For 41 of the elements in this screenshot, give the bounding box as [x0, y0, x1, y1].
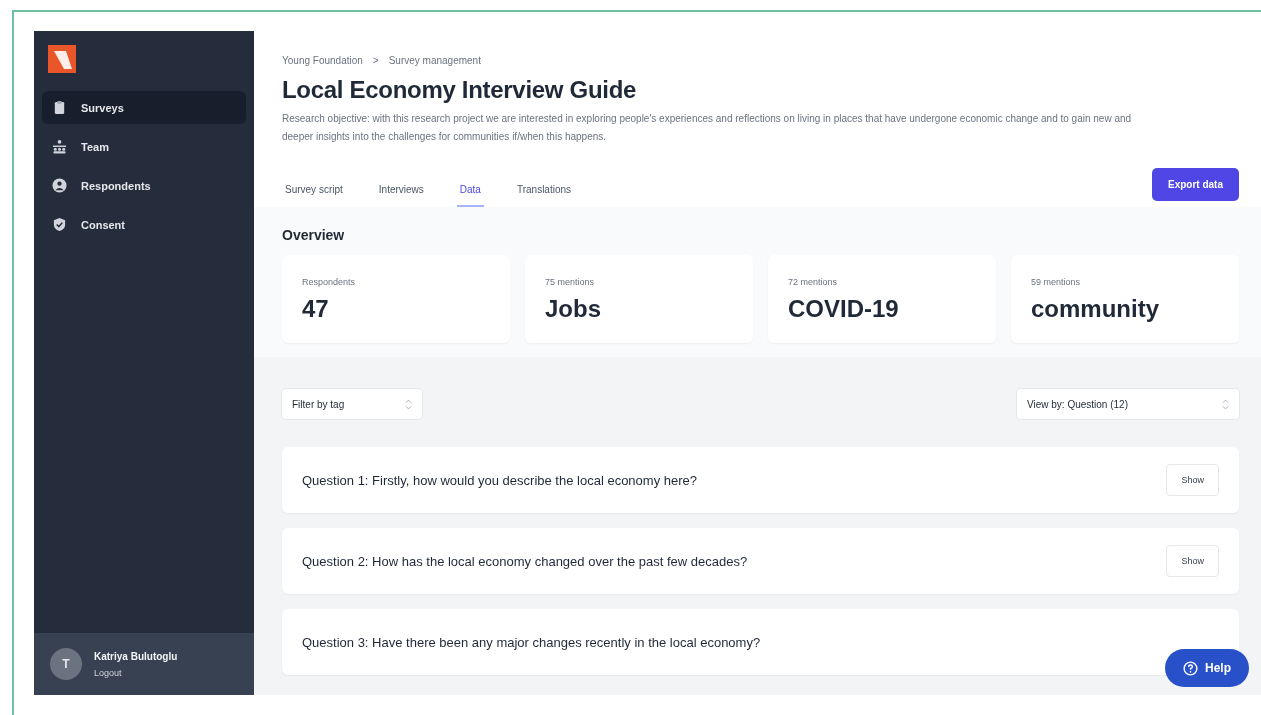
- stat-value: Jobs: [545, 295, 602, 323]
- show-button[interactable]: Show: [1166, 545, 1219, 577]
- question-text: Question 1: Firstly, how would you describe the local economy here?: [302, 472, 697, 488]
- breadcrumb-separator: >: [372, 55, 379, 66]
- sidebar-item[interactable]: Team: [42, 130, 246, 163]
- sidebar-item[interactable]: Surveys: [42, 91, 246, 124]
- export-button[interactable]: Export data: [1152, 168, 1239, 201]
- logo-icon: [48, 45, 76, 73]
- help-button[interactable]: Help: [1165, 649, 1249, 687]
- page-title: Local Economy Interview Guide: [282, 76, 638, 104]
- stat-value: COVID-19: [788, 295, 900, 323]
- view-select[interactable]: View by: Question (12): [1017, 389, 1239, 419]
- tab[interactable]: Translations: [513, 169, 575, 207]
- team-icon: [52, 139, 67, 154]
- filter-select[interactable]: Filter by tag: [282, 389, 422, 419]
- section-title: Overview: [282, 227, 346, 243]
- stat-value: community: [1031, 295, 1160, 323]
- sort-arrows-icon: [1222, 398, 1229, 410]
- sidebar-item[interactable]: Respondents: [42, 169, 246, 202]
- question-text: Question 2: How has the local economy changed over the past few decades?: [302, 553, 748, 569]
- person-icon: [52, 178, 67, 193]
- stat-label: Respondents: [302, 277, 357, 287]
- question-text: Question 3: Have there been any major changes recently in the local economy?: [302, 634, 761, 650]
- stat-label: 75 mentions: [545, 277, 596, 287]
- sidebar-item[interactable]: Consent: [42, 208, 246, 241]
- user-avatar: T: [50, 648, 82, 680]
- clipboard-icon: [52, 100, 67, 115]
- stat-value: 47: [302, 295, 330, 323]
- tab[interactable]: Survey script: [282, 169, 346, 207]
- help-icon: [1183, 660, 1198, 676]
- show-button[interactable]: Show: [1166, 464, 1219, 496]
- logout-link[interactable]: Logout: [94, 667, 178, 678]
- breadcrumb-link[interactable]: Young Foundation: [282, 55, 363, 66]
- sort-arrows-icon: [405, 398, 412, 410]
- breadcrumb-link[interactable]: Survey management: [388, 55, 481, 66]
- page-description: Research objective: with this research project we are interested in exploring people's experiences and reflections on living in places that have undergone economic change and to gain new and deeper insights into the challenges for communities if/when this happens.: [282, 112, 1133, 144]
- stat-label: 72 mentions: [788, 277, 839, 287]
- tab[interactable]: Interviews: [375, 169, 427, 207]
- stat-label: 59 mentions: [1031, 277, 1082, 287]
- user-name: Katriya Bulutoglu: [94, 650, 178, 662]
- shield-icon: [52, 217, 67, 232]
